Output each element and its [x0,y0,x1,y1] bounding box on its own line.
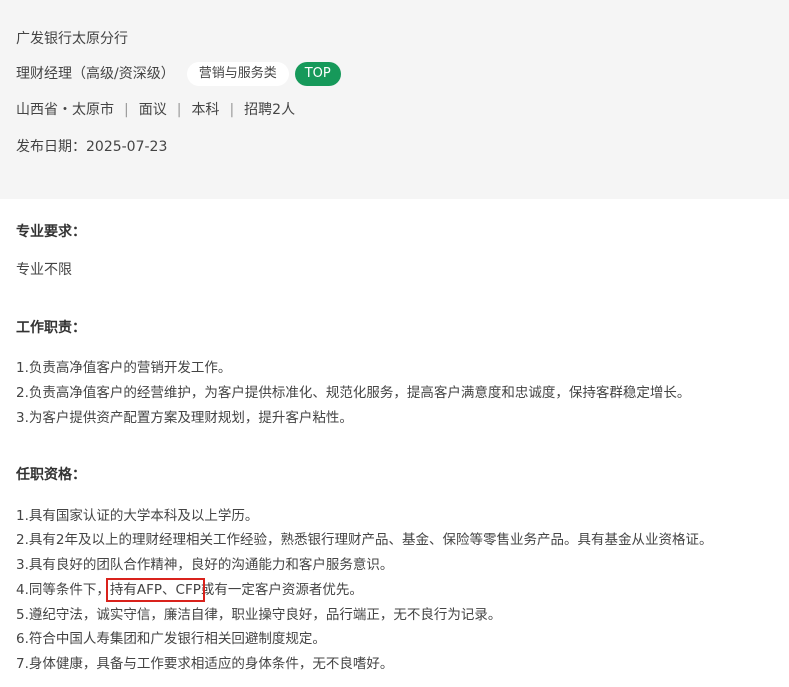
highlighted-certification: 持有AFP、CFP [105,578,205,602]
separator: | [176,102,182,118]
job-info-row: 山西省・太原市 | 面议 | 本科 | 招聘2人 [16,100,295,120]
major-section-title: 专业要求： [16,224,86,240]
duty-item: 2.负责高净值客户的经营维护，为客户提供标准化、规范化服务，提高客户满意度和忠诚… [16,385,691,401]
qualification-item: 5.遵纪守法，诚实守信，廉洁自律，职业操守良好，品行端正，无不良行为记录。 [16,607,502,623]
qualification-item: 7.身体健康，具备与工作要求相适应的身体条件，无不良嗜好。 [16,656,394,672]
job-header: 广发银行太原分行 理财经理（高级/资深级） 营销与服务类 TOP 山西省・太原市… [0,0,789,199]
location-text: 山西省・太原市 [16,102,114,118]
salary-text: 面议 [138,102,167,118]
major-text: 专业不限 [16,262,72,278]
category-tag[interactable]: 营销与服务类 [186,62,289,86]
separator: | [229,102,235,118]
qualification-item: 2.具有2年及以上的理财经理相关工作经验，熟悉银行理财产品、基金、保险等零售业务… [16,532,713,548]
publish-date: 发布日期：2025-07-23 [16,139,168,155]
job-title-row: 理财经理（高级/资深级） 营销与服务类 TOP [16,62,341,86]
job-title: 理财经理（高级/资深级） [16,66,175,82]
separator: | [124,102,129,118]
qualification-prefix: 4.同等条件下， [16,582,110,598]
headcount-text: 招聘2人 [244,102,296,118]
qualifications-section-title: 任职资格： [16,467,86,483]
duties-section-title: 工作职责： [16,320,86,336]
top-badge: TOP [294,62,341,86]
qualification-item: 4.同等条件下，持有AFP、CFP或有一定客户资源者优先。 [16,578,363,602]
qualification-suffix: 或有一定客户资源者优先。 [200,582,363,598]
duty-item: 1.负责高净值客户的营销开发工作。 [16,360,232,376]
qualification-item: 1.具有国家认证的大学本科及以上学历。 [16,508,259,524]
company-name: 广发银行太原分行 [16,31,128,47]
qualification-item: 6.符合中国人寿集团和广发银行相关回避制度规定。 [16,631,326,647]
education-text: 本科 [191,102,220,118]
qualification-item: 3.具有良好的团队合作精神，良好的沟通能力和客户服务意识。 [16,557,394,573]
duty-item: 3.为客户提供资产配置方案及理财规划，提升客户粘性。 [16,410,353,426]
